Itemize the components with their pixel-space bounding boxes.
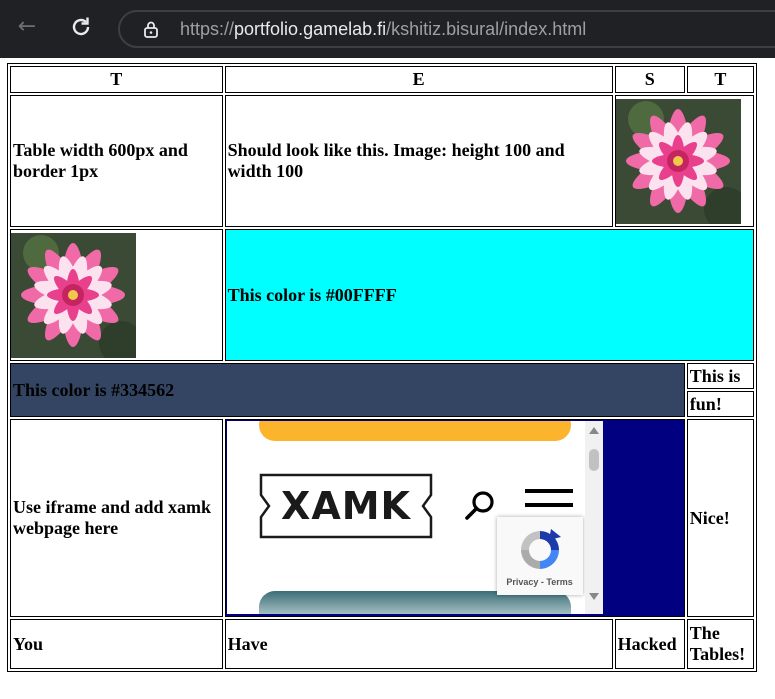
url-path: /kshitiz.bisural/index.html	[386, 19, 587, 39]
search-icon[interactable]	[463, 489, 497, 523]
image-size-note: Should look like this. Image: height 100…	[224, 95, 613, 227]
hacked-cell: Hacked	[614, 619, 685, 669]
header-cell-t1: T	[10, 66, 223, 93]
scroll-thumb[interactable]	[588, 449, 599, 471]
scroll-down-icon[interactable]	[588, 593, 599, 600]
cyan-color-cell: This color is #00FFFF	[224, 229, 754, 361]
url-scheme: https://	[180, 19, 235, 39]
iframe-scrollbar[interactable]	[584, 421, 603, 614]
you-cell: You	[10, 619, 223, 669]
url-text: https://portfolio.gamelab.fi/kshitiz.bis…	[180, 19, 586, 40]
recaptcha-privacy-terms[interactable]: Privacy - Terms	[497, 577, 583, 587]
xamk-iframe[interactable]: XAMK Privacy - Terms	[226, 421, 603, 614]
nice-cell: Nice!	[686, 419, 754, 617]
iframe-instruction-line2: webpage here	[13, 518, 119, 538]
iframe-instruction-line1: Use iframe and add xamk	[13, 497, 212, 517]
page-content: T E S T Table width 600px and border 1px…	[0, 58, 775, 699]
address-bar[interactable]: https://portfolio.gamelab.fi/kshitiz.bis…	[118, 10, 775, 48]
have-cell: Have	[224, 619, 613, 669]
dahlia-flower-image	[615, 98, 741, 224]
svg-text:XAMK: XAMK	[281, 484, 412, 528]
recaptcha-badge[interactable]: Privacy - Terms	[496, 517, 583, 595]
iframe-instruction-cell: Use iframe and add xamk webpage here	[10, 419, 223, 617]
this-is-cell: This is	[686, 363, 754, 389]
main-table: T E S T Table width 600px and border 1px…	[7, 63, 757, 672]
the-tables-cell: The Tables!	[686, 619, 754, 669]
header-cell-t2: T	[686, 66, 754, 93]
reload-icon[interactable]	[68, 14, 94, 40]
yellow-banner	[258, 421, 571, 441]
navy-color-cell: This color is #334562	[10, 363, 685, 417]
scroll-up-icon[interactable]	[588, 427, 599, 434]
site-info-icon[interactable]	[142, 20, 160, 38]
flower-image-cell	[614, 95, 754, 227]
xamk-logo[interactable]: XAMK	[259, 473, 433, 539]
url-host: portfolio.gamelab.fi	[234, 19, 387, 39]
iframe-cell: XAMK Privacy - Terms	[224, 419, 685, 617]
browser-toolbar: ← https://portfolio.gamelab.fi/kshitiz.b…	[0, 0, 775, 58]
flower-image-cell-2	[10, 229, 223, 361]
dahlia-flower-image-2	[11, 232, 136, 358]
fun-cell: fun!	[686, 391, 754, 417]
header-cell-s: S	[614, 66, 685, 93]
recaptcha-icon	[520, 529, 561, 569]
back-arrow-icon[interactable]: ←	[14, 14, 40, 40]
table-width-note: Table width 600px and border 1px	[10, 95, 223, 227]
header-cell-e: E	[224, 66, 613, 93]
